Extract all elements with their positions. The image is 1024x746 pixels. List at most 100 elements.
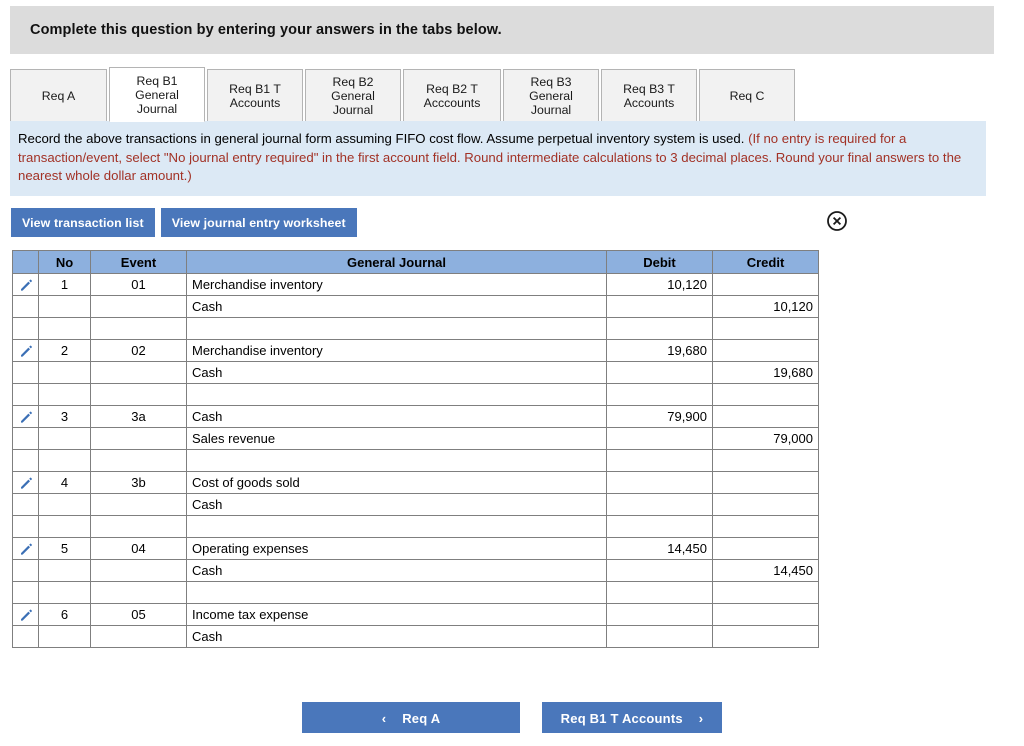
view-transaction-list-button[interactable]: View transaction list: [11, 208, 155, 237]
tab-req-b3-t-accounts[interactable]: Req B3 T Accounts: [601, 69, 697, 122]
cell-debit[interactable]: [607, 494, 713, 516]
cell-event[interactable]: 3b: [91, 472, 187, 494]
tab-req-b1-general-journal[interactable]: Req B1 General Journal: [109, 67, 205, 122]
edit-row-button[interactable]: [13, 406, 39, 428]
cell-event: [91, 582, 187, 604]
cell-event[interactable]: [91, 428, 187, 450]
cell-no[interactable]: [39, 494, 91, 516]
cell-no[interactable]: 5: [39, 538, 91, 560]
cell-credit[interactable]: 79,000: [713, 428, 819, 450]
cell-account[interactable]: Cash: [187, 362, 607, 384]
cell-no[interactable]: [39, 296, 91, 318]
edit-row-button[interactable]: [13, 538, 39, 560]
edit-row-button[interactable]: [13, 274, 39, 296]
table-spacer-row: [13, 384, 819, 406]
cell-debit[interactable]: 79,900: [607, 406, 713, 428]
cell-event[interactable]: [91, 362, 187, 384]
tab-req-a[interactable]: Req A: [10, 69, 107, 122]
edit-row-button[interactable]: [13, 472, 39, 494]
cell-credit[interactable]: [713, 494, 819, 516]
cell-account: [187, 450, 607, 472]
cell-credit[interactable]: [713, 274, 819, 296]
cell-no[interactable]: [39, 362, 91, 384]
tab-req-b3-general-journal[interactable]: Req B3 General Journal: [503, 69, 599, 122]
cell-debit[interactable]: [607, 362, 713, 384]
edit-row-button[interactable]: [13, 604, 39, 626]
cell-event[interactable]: [91, 296, 187, 318]
cell-account[interactable]: Merchandise inventory: [187, 340, 607, 362]
cell-credit[interactable]: [713, 406, 819, 428]
cell-credit: [713, 582, 819, 604]
cell-no[interactable]: [39, 428, 91, 450]
cell-event[interactable]: 04: [91, 538, 187, 560]
chevron-left-icon: ‹: [382, 703, 387, 734]
cell-credit[interactable]: 10,120: [713, 296, 819, 318]
cell-debit[interactable]: [607, 626, 713, 648]
cell-credit[interactable]: 19,680: [713, 362, 819, 384]
cell-debit: [607, 582, 713, 604]
cell-event[interactable]: 01: [91, 274, 187, 296]
cell-account[interactable]: Cash: [187, 626, 607, 648]
cell-no[interactable]: [39, 626, 91, 648]
cell-account[interactable]: Sales revenue: [187, 428, 607, 450]
cell-credit: [713, 516, 819, 538]
cell-account[interactable]: Cost of goods sold: [187, 472, 607, 494]
cell-event: [91, 384, 187, 406]
cell-no: [39, 318, 91, 340]
cell-debit[interactable]: 14,450: [607, 538, 713, 560]
prev-requirement-button[interactable]: ‹Req A: [302, 702, 520, 733]
edit-cell: [13, 296, 39, 318]
general-journal-table: No Event General Journal Debit Credit 10…: [12, 250, 819, 648]
header-edit-spacer: [13, 251, 39, 274]
cell-debit[interactable]: [607, 296, 713, 318]
cell-credit[interactable]: [713, 538, 819, 560]
tab-req-b2-t-accounts[interactable]: Req B2 T Acccounts: [403, 69, 501, 122]
table-row: 43bCost of goods sold: [13, 472, 819, 494]
cell-no[interactable]: 1: [39, 274, 91, 296]
cell-event[interactable]: 02: [91, 340, 187, 362]
cell-credit[interactable]: 14,450: [713, 560, 819, 582]
cell-no[interactable]: [39, 560, 91, 582]
cell-debit[interactable]: [607, 472, 713, 494]
cell-event[interactable]: 05: [91, 604, 187, 626]
pencil-icon: [18, 342, 34, 357]
cell-debit[interactable]: [607, 604, 713, 626]
cell-account[interactable]: Cash: [187, 560, 607, 582]
cell-account[interactable]: Merchandise inventory: [187, 274, 607, 296]
edit-cell: [13, 450, 39, 472]
cell-no: [39, 582, 91, 604]
next-requirement-button[interactable]: Req B1 T Accounts›: [542, 702, 722, 733]
cell-no[interactable]: 3: [39, 406, 91, 428]
cell-debit: [607, 450, 713, 472]
cell-account[interactable]: Cash: [187, 494, 607, 516]
cell-credit[interactable]: [713, 604, 819, 626]
view-journal-entry-worksheet-button[interactable]: View journal entry worksheet: [161, 208, 357, 237]
tab-req-b1-t-accounts[interactable]: Req B1 T Accounts: [207, 69, 303, 122]
cell-debit[interactable]: 19,680: [607, 340, 713, 362]
cell-credit[interactable]: [713, 626, 819, 648]
cell-account[interactable]: Operating expenses: [187, 538, 607, 560]
table-row: 101Merchandise inventory10,120: [13, 274, 819, 296]
edit-cell: [13, 384, 39, 406]
cell-debit[interactable]: [607, 428, 713, 450]
cell-credit[interactable]: [713, 340, 819, 362]
cell-event[interactable]: 3a: [91, 406, 187, 428]
cell-event[interactable]: [91, 626, 187, 648]
cell-no[interactable]: 4: [39, 472, 91, 494]
header-debit: Debit: [607, 251, 713, 274]
cell-no[interactable]: 2: [39, 340, 91, 362]
cell-account[interactable]: Cash: [187, 296, 607, 318]
tab-req-c[interactable]: Req C: [699, 69, 795, 122]
cell-debit[interactable]: [607, 560, 713, 582]
cell-event[interactable]: [91, 494, 187, 516]
cell-credit[interactable]: [713, 472, 819, 494]
cell-event[interactable]: [91, 560, 187, 582]
table-body: 101Merchandise inventory10,120Cash10,120…: [13, 274, 819, 648]
tab-req-b2-general-journal[interactable]: Req B2 General Journal: [305, 69, 401, 122]
close-circle-icon[interactable]: [826, 210, 848, 232]
cell-account[interactable]: Cash: [187, 406, 607, 428]
cell-no[interactable]: 6: [39, 604, 91, 626]
cell-account[interactable]: Income tax expense: [187, 604, 607, 626]
cell-debit[interactable]: 10,120: [607, 274, 713, 296]
edit-row-button[interactable]: [13, 340, 39, 362]
